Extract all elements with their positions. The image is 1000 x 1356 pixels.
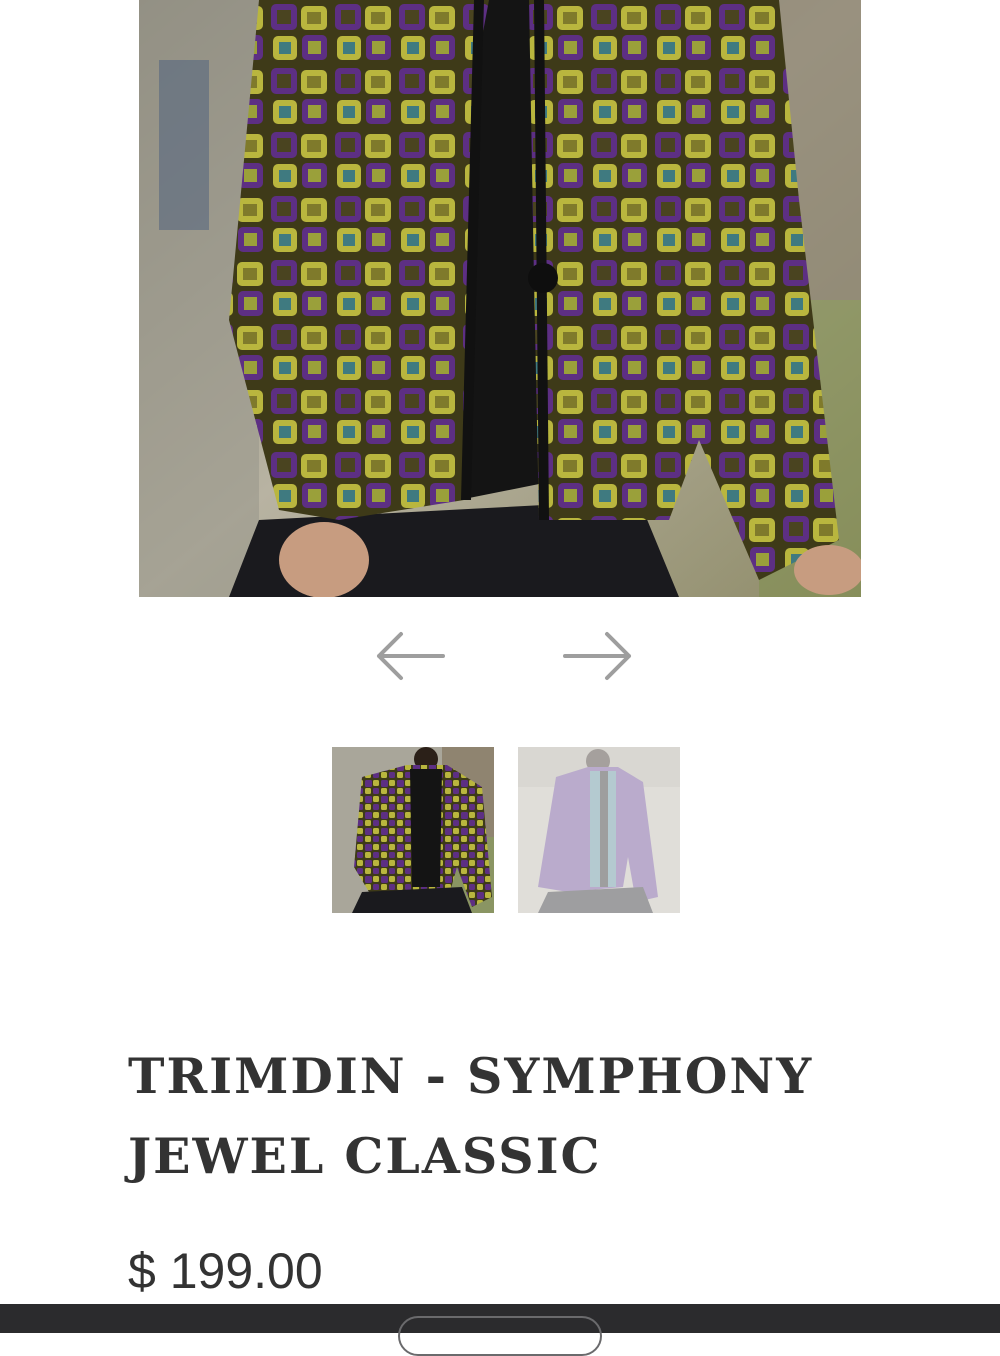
product-main-image[interactable] bbox=[139, 0, 861, 597]
thumbnail-1[interactable] bbox=[332, 747, 494, 913]
product-price: $ 199.00 bbox=[128, 1243, 323, 1299]
bottom-bar bbox=[0, 1304, 1000, 1356]
arrow-left-icon bbox=[377, 632, 445, 680]
bottom-bar-handle[interactable] bbox=[398, 1316, 602, 1356]
arrow-right-icon bbox=[563, 632, 631, 680]
product-title: TRIMDIN - SYMPHONY JEWEL CLASSIC bbox=[128, 1047, 814, 1185]
thumbnail-2[interactable] bbox=[518, 747, 680, 913]
carousel-prev-button[interactable] bbox=[375, 630, 445, 682]
carousel-next-button[interactable] bbox=[563, 630, 633, 682]
